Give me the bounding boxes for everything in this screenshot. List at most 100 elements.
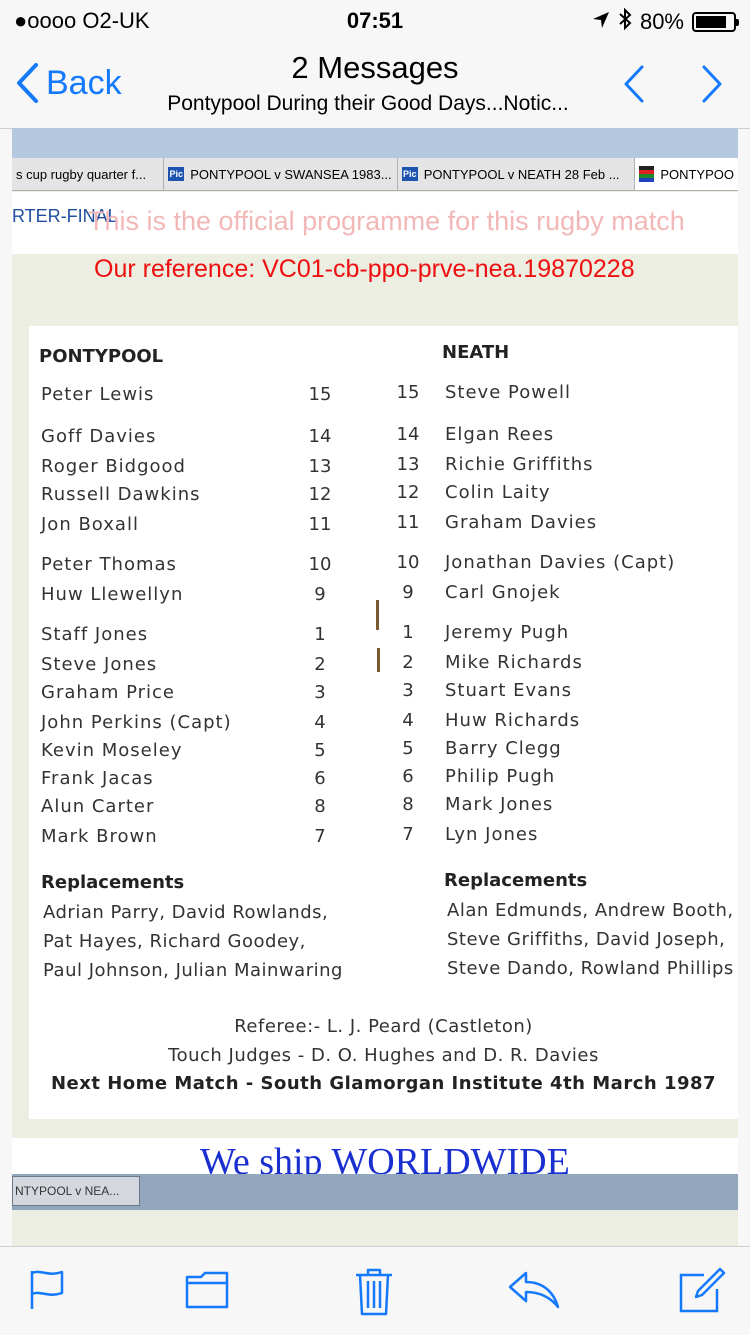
home-player-number: 12: [308, 484, 332, 505]
away-player-name: Jonathan Davies (Capt): [445, 552, 676, 573]
home-player-number: 2: [314, 654, 326, 675]
home-player-number: 5: [314, 740, 326, 761]
home-player-name: Peter Thomas: [41, 554, 177, 575]
battery-percent: 80%: [639, 9, 684, 34]
away-player-number: 5: [402, 738, 414, 759]
home-player-number: 8: [314, 796, 326, 817]
home-player-name: Peter Lewis: [41, 384, 155, 405]
previous-message-button[interactable]: [622, 64, 646, 104]
delete-button[interactable]: [354, 1267, 394, 1322]
message-navigation: [622, 64, 724, 104]
browser-tab-active: PONTYPOO: [635, 158, 738, 190]
away-player-name: Graham Davies: [445, 512, 598, 533]
away-player-name: Mike Richards: [445, 652, 583, 673]
away-player-number: 10: [396, 552, 420, 573]
home-player-number: 13: [308, 456, 332, 477]
away-replacements-heading: Replacements: [444, 870, 588, 891]
away-player-name: Carl Gnojek: [445, 582, 561, 603]
away-replacements-line: Alan Edmunds, Andrew Booth,: [447, 900, 734, 921]
away-player-number: 13: [396, 454, 420, 475]
away-player-name: Lyn Jones: [445, 824, 539, 845]
home-player-number: 10: [308, 554, 332, 575]
home-player-name: Huw Llewellyn: [41, 584, 184, 605]
home-replacements-line: Adrian Parry, David Rowlands,: [43, 902, 329, 923]
watermark-text: This is the official programme for this …: [88, 206, 685, 236]
tab-label: s cup rugby quarter f...: [16, 166, 147, 182]
reply-button[interactable]: [508, 1267, 560, 1316]
away-player-number: 3: [402, 680, 414, 701]
away-player-name: Colin Laity: [445, 482, 551, 503]
away-player-number: 1: [402, 622, 414, 643]
home-player-name: Roger Bidgood: [41, 456, 186, 477]
taskbar-item: NTYPOOL v NEA...: [12, 1176, 140, 1206]
home-replacements-line: Paul Johnson, Julian Mainwaring: [43, 960, 343, 981]
away-player-number: 12: [396, 482, 420, 503]
compose-button[interactable]: [678, 1267, 726, 1320]
tab-label: PONTYPOOL v SWANSEA 1983...: [190, 166, 392, 182]
picture-icon: Pic: [401, 167, 418, 181]
away-player-number: 15: [396, 382, 420, 403]
away-player-number: 6: [402, 766, 414, 787]
bluetooth-icon: [618, 7, 632, 36]
shipping-banner: We ship WORLDWIDE: [12, 1138, 738, 1183]
location-icon: [592, 9, 610, 35]
browser-tab: Pic PONTYPOOL v SWANSEA 1983...: [164, 158, 398, 190]
navigation-bar: Back 2 Messages Pontypool During their G…: [0, 40, 750, 129]
reply-icon: [508, 1271, 560, 1309]
home-player-name: Steve Jones: [41, 654, 158, 675]
home-player-number: 7: [314, 826, 326, 847]
site-icon: [639, 166, 655, 182]
away-player-name: Huw Richards: [445, 710, 581, 731]
next-message-button[interactable]: [700, 64, 724, 104]
status-bar: ●oooo O2-UK 07:51 80%: [0, 0, 750, 40]
home-player-name: Frank Jacas: [41, 768, 154, 789]
move-button[interactable]: [184, 1267, 230, 1316]
trash-icon: [356, 1268, 392, 1316]
home-player-number: 1: [314, 624, 326, 645]
home-player-number: 9: [314, 584, 326, 605]
home-player-name: Russell Dawkins: [41, 484, 201, 505]
home-player-number: 14: [308, 426, 332, 447]
home-player-number: 15: [308, 384, 332, 405]
home-player-name: Mark Brown: [41, 826, 158, 847]
home-replacements-line: Pat Hayes, Richard Goodey,: [43, 931, 306, 952]
next-match-line: Next Home Match - South Glamorgan Instit…: [50, 1073, 717, 1094]
home-player-name: John Perkins (Capt): [41, 712, 232, 733]
away-player-name: Philip Pugh: [445, 766, 556, 787]
browser-tab-bar: s cup rugby quarter f... Pic PONTYPOOL v…: [12, 158, 738, 191]
home-player-name: Goff Davies: [41, 426, 157, 447]
home-player-name: Graham Price: [41, 682, 175, 703]
away-player-name: Jeremy Pugh: [445, 622, 570, 643]
away-team-name: NEATH: [442, 342, 510, 363]
home-replacements-heading: Replacements: [41, 872, 185, 893]
ink-mark: [376, 600, 379, 630]
away-player-number: 14: [396, 424, 420, 445]
away-player-name: Steve Powell: [445, 382, 572, 403]
away-player-name: Mark Jones: [445, 794, 554, 815]
flag-button[interactable]: [28, 1267, 68, 1316]
home-player-name: Alun Carter: [41, 796, 155, 817]
status-right: 80%: [592, 7, 739, 36]
home-player-number: 6: [314, 768, 326, 789]
referee-line: Referee:- L. J. Peard (Castleton): [234, 1016, 533, 1037]
home-player-number: 4: [314, 712, 326, 733]
picture-icon: Pic: [168, 167, 185, 181]
page-header-strip: RTER-FINAL This is the official programm…: [12, 192, 738, 254]
compose-icon: [679, 1267, 726, 1313]
away-player-name: Elgan Rees: [445, 424, 555, 445]
away-player-number: 11: [396, 512, 420, 533]
tab-label: PONTYPOO: [660, 166, 734, 182]
home-player-number: 11: [308, 514, 332, 535]
away-player-name: Barry Clegg: [445, 738, 562, 759]
team-sheet: PONTYPOOL NEATH 15 Peter Lewis 14 Goff Davi…: [29, 326, 738, 1119]
home-player-number: 3: [314, 682, 326, 703]
bottom-toolbar: [0, 1246, 750, 1335]
home-player-name: Staff Jones: [41, 624, 149, 645]
ink-mark: [377, 648, 380, 672]
browser-tab: Pic PONTYPOOL v NEATH 28 Feb ...: [398, 158, 636, 190]
away-player-number: 8: [402, 794, 414, 815]
away-replacements-line: Steve Dando, Rowland Phillips: [447, 958, 734, 979]
reference-text: Our reference: VC01-cb-ppo-prve-nea.1987…: [94, 255, 635, 283]
home-player-name: Jon Boxall: [41, 514, 139, 535]
tab-label: PONTYPOOL v NEATH 28 Feb ...: [423, 166, 620, 182]
